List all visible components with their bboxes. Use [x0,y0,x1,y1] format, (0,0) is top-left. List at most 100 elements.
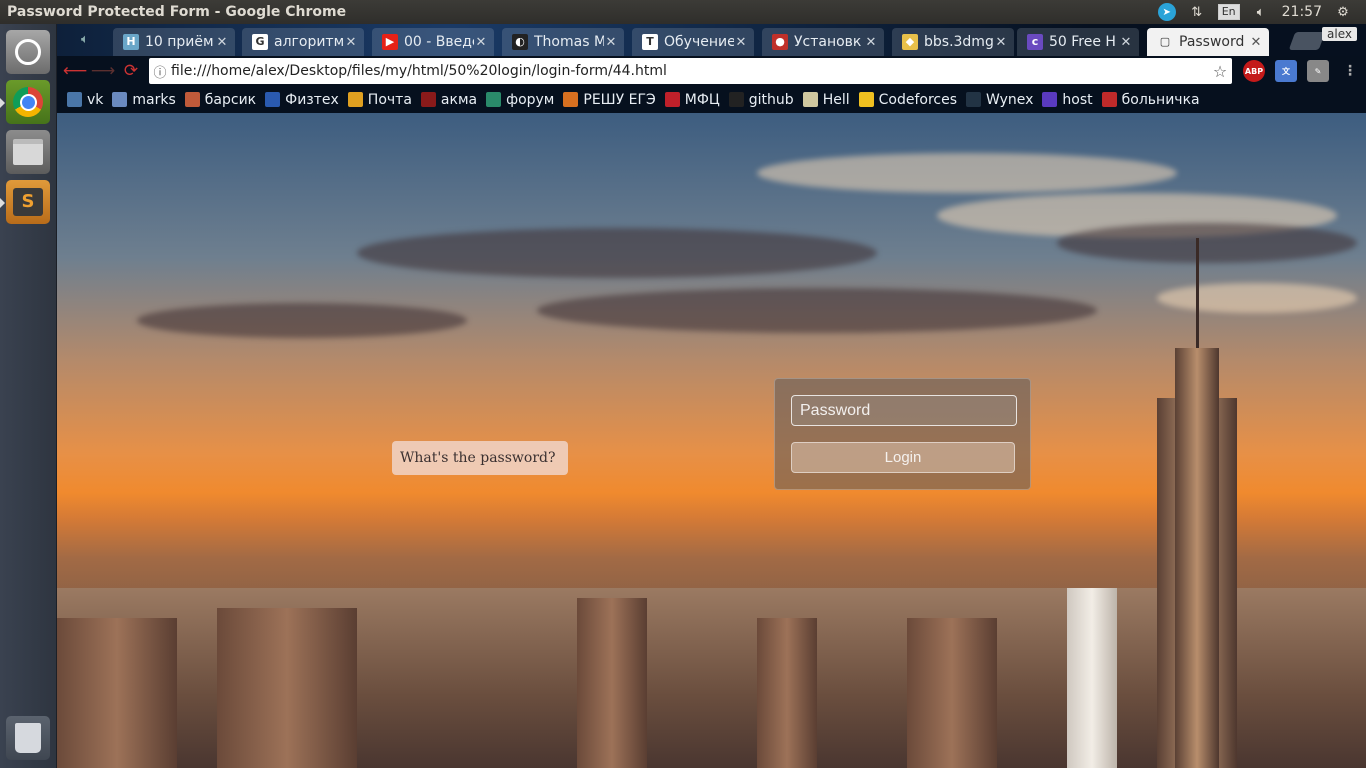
files-icon[interactable] [6,130,50,174]
profile-button[interactable]: alex [1322,27,1357,41]
tab-title: Thomas M [534,34,604,50]
bookmark-favicon [265,92,281,107]
close-icon[interactable]: ✕ [1249,35,1263,50]
network-icon[interactable]: ⇅ [1188,3,1206,21]
close-icon[interactable]: ✕ [604,35,618,50]
tab-title: 00 - Введе [404,34,474,50]
close-icon[interactable]: ✕ [734,35,748,50]
clock[interactable]: 21:57 [1282,4,1322,20]
bookmark-favicon [347,92,363,107]
adblock-icon[interactable]: ABP [1243,60,1265,82]
window-title: Password Protected Form - Google Chrome [7,4,347,20]
bookmark-label: барсик [204,91,257,108]
tab-2[interactable]: Gалгоритм ✕ [242,28,364,56]
bookmark-item[interactable]: акма [420,91,478,108]
tab-8[interactable]: c 50 Free H ✕ [1017,28,1139,56]
password-hint: What's the password? [392,441,568,475]
bookmarks-bar: vk marks барсик Физтех Почта акма форум РЕШУ ЕГ… [57,86,1366,113]
tab-title: bbs.3dmg [924,34,994,50]
password-input[interactable] [791,395,1017,426]
bookmark-favicon [563,92,579,107]
translate-icon[interactable]: 文 [1275,60,1297,82]
login-button[interactable]: Login [791,442,1015,473]
bookmark-item[interactable]: МФЦ [664,92,720,108]
bookmark-favicon [67,92,82,107]
bookmark-item[interactable]: github [728,92,794,108]
tab-title: Обучение [664,34,734,50]
address-bar[interactable]: ⓘ file:///home/alex/Desktop/files/my/htm… [149,58,1232,84]
tab-favicon: ▢ [1157,34,1173,50]
bookmark-item[interactable]: Wynex [966,92,1033,108]
bookmark-favicon [728,92,744,107]
system-tray: ➤ ⇅ En 🔈︎ 21:57 ⚙ [1157,3,1366,21]
bookmark-label: marks [132,91,176,108]
bookmark-item[interactable]: больничка [1101,91,1200,108]
gear-icon[interactable]: ⚙ [1334,3,1352,21]
close-icon[interactable]: ✕ [215,35,229,50]
bookmark-label: РЕШУ ЕГЭ [583,91,656,108]
bookmark-label: больничка [1121,91,1200,108]
url-text[interactable]: file:///home/alex/Desktop/files/my/html/… [171,63,1208,79]
info-icon[interactable]: ⓘ [149,62,171,81]
close-icon[interactable]: ✕ [994,35,1008,50]
telegram-icon[interactable]: ➤ [1157,3,1176,21]
menu-icon[interactable]: ⋮ [1339,60,1361,82]
bookmark-label: Почта [367,91,412,108]
bookmark-label: Физтех [285,91,339,108]
sublime-text-icon[interactable]: S [6,180,50,224]
bookmark-item[interactable]: vk [67,92,103,108]
bookmark-item[interactable]: host [1042,91,1093,108]
bookmark-label: vk [87,91,104,108]
bookmark-item[interactable]: marks [112,91,176,108]
bookmark-item[interactable]: барсик [184,91,257,108]
dash-home-icon[interactable] [6,30,50,74]
close-icon[interactable]: ✕ [864,35,878,50]
tab-strip: 🔈︎ H 10 приём ✕ Gалгоритм ✕ ▶ 00 - Введе ✕ ◐ Thom… [57,24,1366,56]
bookmark-favicon [1101,92,1117,107]
bookmark-item[interactable]: РЕШУ ЕГЭ [563,91,656,108]
bookmark-item[interactable]: форум [486,92,554,108]
bookmark-label: host [1062,91,1093,108]
bookmark-label: акма [440,91,478,108]
trash-icon[interactable] [6,716,50,760]
new-tab-button[interactable] [1288,32,1326,50]
extensions: ABP 文 ✎ ⋮ [1243,60,1361,82]
page-content: What's the password? Login [57,113,1366,768]
bookmark-favicon [966,92,981,107]
tab-title: Установк [794,34,862,50]
close-icon[interactable]: ✕ [1119,35,1133,50]
bookmark-label: Hell [822,91,850,108]
bookmark-item[interactable]: Hell [802,91,850,108]
reload-button[interactable]: ⟳ [117,59,145,83]
bookmark-label: форум [506,91,555,108]
tab-favicon: ▶ [382,34,398,50]
bookmark-item[interactable]: Физтех [265,92,339,108]
bookmark-favicon [420,92,436,107]
bookmark-star-icon[interactable]: ☆ [1208,62,1232,81]
volume-icon[interactable]: 🔈︎ [1252,3,1270,21]
back-button[interactable]: ⟵ [61,59,89,83]
tab-favicon: T [642,34,658,50]
close-icon[interactable]: ✕ [474,35,488,50]
bookmark-label: Wynex [986,91,1034,108]
tab-6[interactable]: ● Установк ✕ [762,28,884,56]
bookmark-item[interactable]: Codeforces [858,91,957,108]
tab-1[interactable]: H 10 приём ✕ [113,28,235,56]
tab-3[interactable]: ▶ 00 - Введе ✕ [372,28,494,56]
bookmark-label: Codeforces [878,91,957,108]
forward-button[interactable]: ⟶ [89,59,117,83]
bookmark-item[interactable]: Почта [347,91,412,108]
tab-7[interactable]: ◆ bbs.3dmg ✕ [892,28,1014,56]
tab-favicon: c [1027,34,1043,50]
eyedropper-icon[interactable]: ✎ [1307,60,1329,82]
tab-title: алгоритм [274,34,344,50]
launcher-running-indicator [0,198,5,208]
bookmark-favicon [486,92,502,107]
tab-5[interactable]: T Обучение ✕ [632,28,754,56]
tab-9[interactable]: ▢ Password ✕ [1147,28,1269,56]
close-icon[interactable]: ✕ [344,35,358,50]
chrome-icon[interactable] [6,80,50,124]
keyboard-layout-indicator[interactable]: En [1217,4,1240,20]
tab-4[interactable]: ◐ Thomas M ✕ [502,28,624,56]
bookmark-favicon [112,92,128,107]
